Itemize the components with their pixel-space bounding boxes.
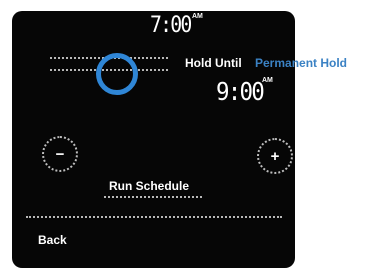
minus-icon: − [55,145,65,163]
end-time: 9:00 [216,77,265,106]
back-button[interactable]: Back [38,233,67,247]
thermostat-screen: 7:00 AM Hold Until 9:00 AM − + Run Sched… [12,11,295,268]
ring-handle-icon[interactable] [96,53,138,95]
increase-button[interactable]: + [257,138,293,174]
footer-divider [26,216,282,218]
run-schedule-underline [104,196,202,198]
end-ampm: AM [262,77,273,84]
plus-icon: + [270,147,280,165]
page: 7:00 AM Hold Until 9:00 AM − + Run Sched… [0,0,386,272]
permanent-hold-option[interactable]: Permanent Hold [255,56,347,70]
decrease-button[interactable]: − [42,136,78,172]
run-schedule-button[interactable]: Run Schedule [109,179,189,193]
start-ampm: AM [192,13,203,20]
hold-until-label[interactable]: Hold Until [185,56,242,70]
start-time: 7:00 [150,13,192,38]
